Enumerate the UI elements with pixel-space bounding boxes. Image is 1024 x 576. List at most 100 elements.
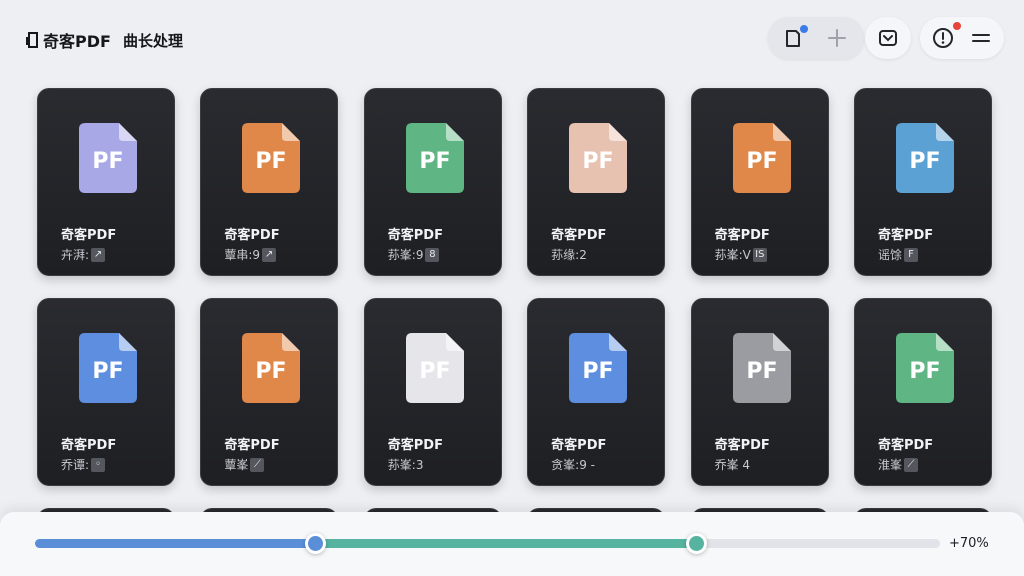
file-meta-tag: F xyxy=(903,247,918,262)
file-meta-tag: ↗ xyxy=(262,247,277,262)
file-meta: 荪缘:2 xyxy=(551,246,587,263)
file-meta-text: 贪峯:9 - xyxy=(551,458,595,472)
pdf-file-icon: PF xyxy=(79,333,137,403)
pdf-file-icon: PF xyxy=(895,123,954,193)
file-card[interactable]: PF 奇客PDF 荪峯:9 8 xyxy=(363,88,502,276)
file-card[interactable]: PF 奇客PDF 乔峯 4 xyxy=(690,298,829,486)
zoom-bar: +70% xyxy=(0,512,1024,576)
pdf-file-icon: PF xyxy=(242,333,301,403)
pdf-file-icon-label: PF xyxy=(256,149,287,174)
file-name: 奇客PDF xyxy=(61,228,117,243)
pdf-file-icon-label: PF xyxy=(583,359,614,384)
file-meta-tag: 8 xyxy=(425,247,440,262)
inbox-icon xyxy=(879,30,897,46)
plus-icon xyxy=(828,29,846,47)
file-name: 奇客PDF xyxy=(387,228,443,243)
pdf-file-icon: PF xyxy=(895,333,954,403)
app-title: 奇客PDF 曲长处理 xyxy=(25,28,183,52)
pdf-file-icon-label: PF xyxy=(92,359,123,384)
document-badge xyxy=(800,25,808,33)
app-logo-icon xyxy=(26,32,38,48)
file-meta-text: 荪缘:2 xyxy=(551,248,587,262)
file-meta: 蕈峯 ⟋ xyxy=(224,456,265,473)
pdf-file-icon: PF xyxy=(732,123,791,193)
pdf-file-icon: PF xyxy=(405,333,464,403)
pdf-file-icon-label: PF xyxy=(746,359,777,384)
file-name: 奇客PDF xyxy=(224,438,280,453)
zoom-slider-thumb-end[interactable] xyxy=(686,533,708,554)
file-card[interactable]: PF 奇客PDF 荪缘:2 xyxy=(527,88,666,276)
file-card[interactable]: PF 奇客PDF 荪峯:3 xyxy=(363,298,502,486)
file-meta: 淮峯 ⟋ xyxy=(878,456,918,473)
file-grid: PF 奇客PDF 卉湃: ↗ PF 奇客PDF 蕈串:9 ↗ PF 奇客PDF … xyxy=(37,88,992,520)
toolbar-group-secondary xyxy=(920,17,1004,59)
pdf-file-icon: PF xyxy=(569,333,628,403)
file-card[interactable]: PF 奇客PDF 贪峯:9 - xyxy=(527,298,666,486)
file-card[interactable]: PF 奇客PDF 谣馀 F xyxy=(853,88,992,276)
pdf-file-icon: PF xyxy=(732,333,791,403)
file-meta: 蕈串:9 ↗ xyxy=(224,246,277,263)
file-name: 奇客PDF xyxy=(877,438,934,453)
file-meta: 谣馀 F xyxy=(878,246,918,263)
file-meta-text: 荪峯:9 xyxy=(387,248,424,262)
pdf-file-icon-label: PF xyxy=(746,149,777,174)
file-name: 奇客PDF xyxy=(387,438,443,453)
file-meta-tag: ⟋ xyxy=(250,457,265,472)
file-meta-text: 乔谭: xyxy=(61,458,90,472)
inbox-button[interactable] xyxy=(867,17,909,59)
file-card[interactable]: PF 奇客PDF 蕈峯 ⟋ xyxy=(200,298,339,486)
pdf-file-icon-label: PF xyxy=(256,359,287,384)
file-meta: 卉湃: ↗ xyxy=(61,246,106,263)
file-name: 奇客PDF xyxy=(551,438,607,453)
pdf-file-icon-label: PF xyxy=(419,149,450,174)
file-name: 奇客PDF xyxy=(551,228,607,243)
add-button[interactable] xyxy=(816,17,858,59)
pdf-file-icon-label: PF xyxy=(92,149,123,174)
toolbar-group-inbox xyxy=(865,17,911,59)
file-card[interactable]: PF 奇客PDF 卉湃: ↗ xyxy=(37,88,175,276)
file-meta-text: 荪峯:V xyxy=(714,248,751,262)
pdf-file-icon: PF xyxy=(405,123,464,193)
pdf-file-icon-label: PF xyxy=(419,359,450,384)
file-card[interactable]: PF 奇客PDF 荪峯:V IS xyxy=(690,88,829,276)
pdf-file-icon: PF xyxy=(569,123,628,193)
file-meta-text: 卉湃: xyxy=(61,248,90,262)
alert-icon xyxy=(933,28,953,48)
file-card[interactable]: PF 奇客PDF 淮峯 ⟋ xyxy=(853,298,992,486)
file-card[interactable]: PF 奇客PDF 乔谭: ◦ xyxy=(37,298,175,486)
menu-icon xyxy=(972,34,990,42)
file-meta: 贪峯:9 - xyxy=(551,456,595,473)
menu-button[interactable] xyxy=(960,17,1002,59)
file-name: 奇客PDF xyxy=(224,228,280,243)
pdf-file-icon: PF xyxy=(79,123,137,193)
zoom-slider-thumb-start[interactable] xyxy=(305,533,327,554)
file-meta-tag: ↗ xyxy=(91,247,106,262)
zoom-slider-track[interactable] xyxy=(35,533,940,554)
file-meta: 乔峯 4 xyxy=(715,456,750,473)
file-card[interactable]: PF 奇客PDF 蕈串:9 ↗ xyxy=(200,88,339,276)
pdf-file-icon: PF xyxy=(242,123,301,193)
alert-button[interactable] xyxy=(922,17,964,59)
file-meta: 荪峯:3 xyxy=(388,456,424,473)
zoom-slider-fill-primary xyxy=(35,539,316,548)
pdf-file-icon-label: PF xyxy=(909,359,940,384)
file-meta-text: 淮峯 xyxy=(877,458,902,472)
file-name: 奇客PDF xyxy=(877,228,934,243)
app-title-text: 奇客PDF xyxy=(43,32,111,51)
file-name: 奇客PDF xyxy=(714,228,770,243)
pdf-file-icon-label: PF xyxy=(909,149,940,174)
file-meta-text: 乔峯 4 xyxy=(714,458,751,472)
document-button[interactable] xyxy=(772,17,814,59)
file-meta-text: 荪峯:3 xyxy=(387,458,424,472)
file-meta-tag: ⟋ xyxy=(903,457,918,472)
file-meta: 乔谭: ◦ xyxy=(61,456,106,473)
file-meta-text: 蕈串:9 xyxy=(224,248,261,262)
pdf-file-icon-label: PF xyxy=(583,149,614,174)
file-name: 奇客PDF xyxy=(61,438,117,453)
file-meta: 荪峯:V IS xyxy=(715,246,767,263)
file-meta: 荪峯:9 8 xyxy=(388,246,440,263)
toolbar-group-primary xyxy=(768,17,864,59)
file-meta-tag: IS xyxy=(752,247,767,262)
file-name: 奇客PDF xyxy=(714,438,770,453)
file-meta-tag: ◦ xyxy=(91,457,106,472)
